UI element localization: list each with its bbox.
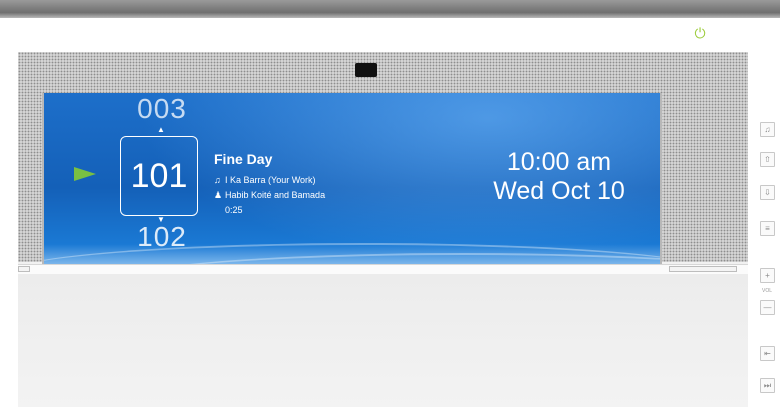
artist-name: Habib Koité and Bamada [225, 190, 326, 200]
clock-date: Wed Oct 10 [493, 177, 625, 205]
clock-time: 10:00 am [506, 148, 612, 176]
sensor-window [355, 63, 377, 77]
back-button[interactable]: ⇤ [760, 346, 775, 361]
volume-down-button[interactable]: — [760, 300, 775, 315]
device-lower-body [18, 274, 748, 407]
person-icon: ♟ [214, 190, 223, 200]
music-button[interactable]: ♫ [760, 122, 775, 137]
clock: 10:00 am Wed Oct 10 [484, 148, 634, 206]
music-note-icon: ♫ [214, 175, 221, 185]
channel-next[interactable]: 102 [122, 221, 202, 253]
channel-previous[interactable]: 003 [122, 93, 202, 125]
up-button[interactable]: ⇧ [760, 152, 775, 167]
skip-button[interactable]: ⏭ [760, 378, 775, 393]
elapsed-time: 0:25 [225, 205, 243, 215]
arrow-up-icon: ▲ [157, 125, 165, 134]
song-line: ♫ I Ka Barra (Your Work) [214, 175, 316, 185]
station-title: Fine Day [214, 151, 273, 167]
down-button[interactable]: ⇩ [760, 185, 775, 200]
slot-right [669, 266, 737, 272]
top-band [0, 0, 780, 18]
volume-up-button[interactable]: + [760, 268, 775, 283]
power-icon[interactable]: ⏻ [693, 26, 707, 40]
artist-line: ♟ Habib Koité and Bamada [214, 190, 325, 201]
menu-button[interactable]: ≡ [760, 221, 775, 236]
play-icon [74, 167, 96, 181]
volume-label: VOL [761, 288, 772, 294]
radio-device: 003 ▲ 101 ▼ 102 Fine Day ♫ I Ka Barra (Yo… [18, 52, 748, 407]
slot-left [18, 266, 30, 272]
song-title: I Ka Barra (Your Work) [225, 175, 316, 185]
current-channel: 101 [120, 136, 198, 216]
